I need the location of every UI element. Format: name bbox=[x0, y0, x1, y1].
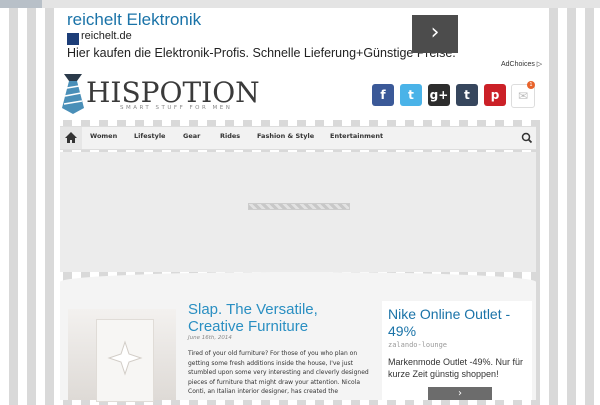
sidebar-ad-domain[interactable]: zalando-lounge bbox=[388, 341, 447, 349]
article-date: June 16th, 2014 bbox=[188, 335, 232, 341]
nav-item-entertainment[interactable]: Entertainment bbox=[330, 132, 383, 140]
top-strip bbox=[0, 0, 600, 8]
search-icon[interactable] bbox=[518, 127, 536, 149]
content-area: Slap. The Versatile, Creative Furniture … bbox=[60, 272, 536, 402]
featured-slider[interactable] bbox=[60, 152, 536, 272]
ad-banner[interactable]: reichelt Elektronik reichelt.de Hier kau… bbox=[60, 8, 542, 72]
main-nav: Women Lifestyle Gear Rides Fashion & Sty… bbox=[60, 126, 536, 150]
tie-logo-icon bbox=[62, 74, 84, 114]
nav-item-fashion-style[interactable]: Fashion & Style bbox=[257, 132, 314, 140]
cabinet-star-icon bbox=[107, 340, 143, 376]
twitter-icon[interactable]: t bbox=[400, 84, 422, 106]
sidebar-ad[interactable]: Nike Online Outlet - 49% zalando-lounge … bbox=[382, 301, 532, 400]
article-thumbnail[interactable] bbox=[68, 309, 176, 402]
facebook-icon[interactable]: f bbox=[372, 84, 394, 106]
nav-item-lifestyle[interactable]: Lifestyle bbox=[134, 132, 165, 140]
reichelt-logo-icon bbox=[67, 33, 79, 45]
top-strip-tab bbox=[0, 0, 42, 8]
tumblr-icon[interactable]: t bbox=[456, 84, 478, 106]
article-excerpt: Tired of your old furniture? For those o… bbox=[188, 350, 369, 396]
site-header: HISPOTION SMART STUFF FOR MEN f t g+ t p… bbox=[60, 72, 540, 120]
sidebar-ad-arrow-button[interactable]: › bbox=[428, 387, 492, 400]
mail-badge: 1 bbox=[527, 81, 535, 89]
nav-item-rides[interactable]: Rides bbox=[220, 132, 240, 140]
ad-arrow-button[interactable]: › bbox=[412, 15, 458, 53]
loading-bar bbox=[248, 203, 350, 210]
ad-title[interactable]: reichelt Elektronik bbox=[67, 10, 201, 30]
adchoices-link[interactable]: AdChoices ▷ bbox=[501, 60, 542, 68]
ad-domain[interactable]: reichelt.de bbox=[81, 30, 132, 42]
site-tagline: SMART STUFF FOR MEN bbox=[120, 105, 233, 111]
sidebar-ad-title[interactable]: Nike Online Outlet - 49% bbox=[388, 306, 528, 340]
home-icon[interactable] bbox=[60, 127, 82, 149]
cabinet-image bbox=[96, 319, 154, 402]
pinterest-icon[interactable]: p bbox=[484, 84, 506, 106]
article-title[interactable]: Slap. The Versatile, Creative Furniture bbox=[188, 301, 368, 335]
nav-item-women[interactable]: Women bbox=[90, 132, 117, 140]
sidebar-ad-description: Markenmode Outlet -49%. Nur für kurze Ze… bbox=[388, 357, 524, 379]
google-plus-icon[interactable]: g+ bbox=[428, 84, 450, 106]
nav-item-gear[interactable]: Gear bbox=[183, 132, 200, 140]
ad-description: Hier kaufen die Elektronik-Profis. Schne… bbox=[67, 46, 456, 60]
